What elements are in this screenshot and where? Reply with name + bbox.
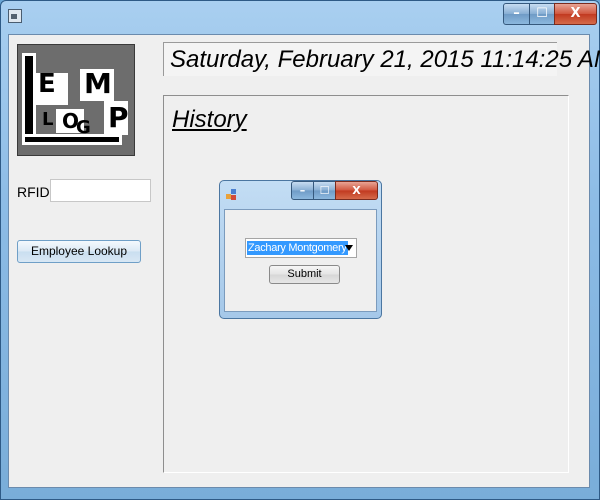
dialog-maximize-button[interactable]: ☐ (313, 181, 336, 200)
datetime-display: Saturday, February 21, 2015 11:14:25 AM (163, 42, 600, 76)
logo-letter: P (108, 101, 129, 134)
logo-letter: M (84, 67, 112, 100)
dialog-close-button[interactable]: X (335, 181, 378, 200)
app-icon[interactable] (8, 9, 22, 23)
maximize-button[interactable]: ☐ (529, 3, 555, 25)
employee-dropdown[interactable]: Zachary Montgomery (245, 238, 357, 258)
rfid-label: RFID (17, 184, 50, 200)
dialog-app-icon[interactable] (226, 189, 238, 201)
dialog-client-area (224, 209, 377, 312)
dialog-minimize-button[interactable]: – (291, 181, 314, 200)
history-title: History (172, 106, 247, 133)
close-button[interactable]: X (554, 3, 597, 25)
rfid-input[interactable] (50, 179, 151, 202)
employee-dropdown-value: Zachary Montgomery (247, 241, 348, 255)
logo-letter: L (42, 109, 54, 130)
chevron-down-icon[interactable] (345, 245, 353, 251)
logo-letter: E (38, 69, 56, 99)
logo-letter: G (76, 117, 91, 138)
minimize-button[interactable]: – (503, 3, 530, 25)
logo: L O G E M P (17, 44, 135, 156)
employee-lookup-button[interactable]: Employee Lookup (17, 240, 141, 263)
submit-button[interactable]: Submit (269, 265, 340, 284)
